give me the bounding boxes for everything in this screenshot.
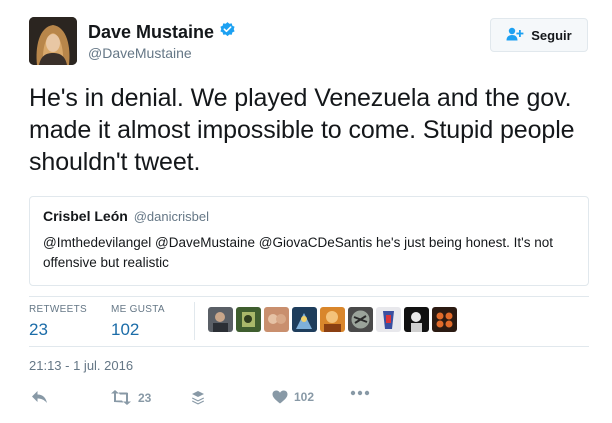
verified-badge-icon bbox=[219, 21, 236, 43]
like-button[interactable]: 102 bbox=[272, 390, 314, 404]
liker-avatar[interactable] bbox=[376, 307, 401, 332]
heart-icon bbox=[272, 390, 288, 404]
follow-button-label: Seguir bbox=[531, 27, 572, 43]
liker-avatar[interactable] bbox=[404, 307, 429, 332]
liker-avatar[interactable] bbox=[236, 307, 261, 332]
retweet-icon bbox=[110, 390, 132, 405]
add-user-icon bbox=[506, 27, 524, 44]
divider-top bbox=[29, 296, 589, 297]
add-to-moment-button[interactable] bbox=[191, 390, 205, 405]
divider-bottom bbox=[29, 346, 589, 347]
like-count: 102 bbox=[294, 390, 315, 404]
likes-label: ME GUSTA bbox=[111, 304, 165, 315]
reply-icon bbox=[31, 390, 48, 404]
reply-button[interactable] bbox=[31, 390, 48, 404]
likes-count: 102 bbox=[111, 320, 140, 339]
retweets-label: RETWEETS bbox=[29, 304, 87, 315]
quoted-tweet-text: @Imthedevilangel @DaveMustaine @GiovaCDe… bbox=[43, 235, 554, 270]
liker-avatar[interactable] bbox=[432, 307, 457, 332]
quoted-tweet[interactable]: Crisbel León @danicrisbel @Imthedevilang… bbox=[29, 196, 589, 286]
liker-avatar[interactable] bbox=[320, 307, 345, 332]
tweet-timestamp[interactable]: 21:13 - 1 jul. 2016 bbox=[29, 358, 133, 373]
layers-icon bbox=[191, 390, 205, 405]
retweets-stat[interactable]: RETWEETS 23 bbox=[29, 304, 87, 340]
more-dots-icon bbox=[350, 390, 370, 396]
likes-stat[interactable]: ME GUSTA 102 bbox=[111, 304, 165, 340]
liker-avatar[interactable] bbox=[208, 307, 233, 332]
liker-avatar[interactable] bbox=[292, 307, 317, 332]
quoted-author-handle: @danicrisbel bbox=[133, 209, 210, 224]
author-name[interactable]: Dave Mustaine bbox=[88, 22, 214, 43]
retweet-button[interactable]: 23 bbox=[110, 390, 151, 405]
author-handle[interactable]: @DaveMustaine bbox=[88, 45, 192, 61]
more-button[interactable] bbox=[350, 390, 370, 396]
tweet-text: He's in denial. We played Venezuela and … bbox=[29, 84, 575, 176]
follow-button[interactable]: Seguir bbox=[490, 18, 588, 52]
retweet-count: 23 bbox=[138, 390, 152, 405]
stats-separator bbox=[194, 302, 195, 340]
author-avatar[interactable] bbox=[29, 17, 77, 65]
retweets-count: 23 bbox=[29, 320, 48, 339]
quoted-author-name: Crisbel León bbox=[43, 208, 128, 224]
liker-avatar[interactable] bbox=[348, 307, 373, 332]
liker-avatar[interactable] bbox=[264, 307, 289, 332]
liker-avatars bbox=[208, 307, 457, 332]
